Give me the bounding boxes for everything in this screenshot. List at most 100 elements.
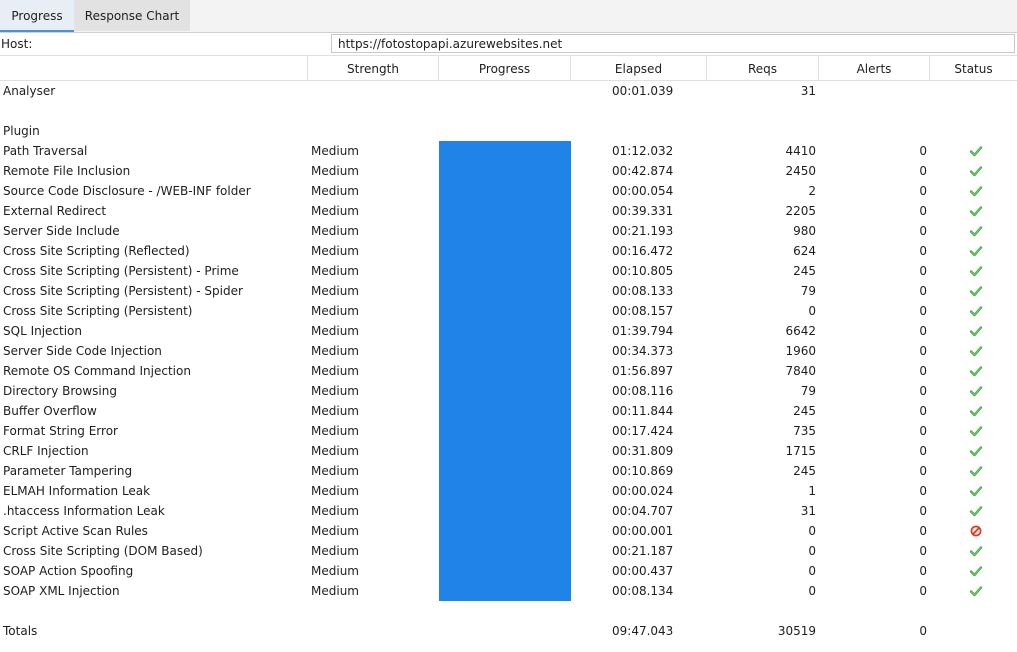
- plugin-row[interactable]: Cross Site Scripting (Persistent) - Prim…: [0, 261, 1017, 281]
- column-header-alerts[interactable]: Alerts: [819, 56, 930, 80]
- plugin-elapsed: 00:17.424: [612, 424, 674, 438]
- plugin-row[interactable]: Server Side Code Injection Medium 00:34.37…: [0, 341, 1017, 361]
- plugin-alerts: 0: [919, 304, 927, 318]
- column-header-status[interactable]: Status: [930, 56, 1017, 80]
- plugin-strength: Medium: [311, 464, 359, 478]
- progress-bar: [439, 181, 571, 201]
- plugin-name: Cross Site Scripting (Persistent) - Spid…: [3, 284, 243, 298]
- plugin-row[interactable]: .htaccess Information Leak Medium 00:04.70…: [0, 501, 1017, 521]
- plugin-reqs: 245: [793, 264, 816, 278]
- plugin-reqs: 0: [808, 304, 816, 318]
- plugin-alerts: 0: [919, 164, 927, 178]
- progress-bar: [439, 541, 571, 561]
- plugin-elapsed: 01:56.897: [612, 364, 674, 378]
- no-entry-icon: [969, 524, 983, 538]
- plugin-name: Cross Site Scripting (Reflected): [3, 244, 190, 258]
- plugin-row[interactable]: Buffer Overflow Medium 00:11.844 245 0: [0, 401, 1017, 421]
- plugin-alerts: 0: [919, 264, 927, 278]
- plugin-elapsed: 00:10.805: [612, 264, 674, 278]
- progress-bar: [439, 421, 571, 441]
- progress-bar: [439, 361, 571, 381]
- plugin-alerts: 0: [919, 484, 927, 498]
- plugin-alerts: 0: [919, 364, 927, 378]
- column-header-name[interactable]: [0, 56, 308, 80]
- progress-bar: [439, 161, 571, 181]
- plugin-row[interactable]: Cross Site Scripting (Persistent) Medium 0…: [0, 301, 1017, 321]
- plugin-row[interactable]: External Redirect Medium 00:39.331 2205 0: [0, 201, 1017, 221]
- plugin-reqs: 2: [808, 184, 816, 198]
- plugin-name: ELMAH Information Leak: [3, 484, 151, 498]
- plugin-row[interactable]: Cross Site Scripting (Reflected) Medium 00…: [0, 241, 1017, 261]
- plugin-row[interactable]: Path Traversal Medium 01:12.032 4410 0: [0, 141, 1017, 161]
- plugin-elapsed: 00:16.472: [612, 244, 674, 258]
- plugin-row[interactable]: Directory Browsing Medium 00:08.116 79 0: [0, 381, 1017, 401]
- check-icon: [969, 244, 983, 258]
- plugin-reqs: 31: [800, 504, 816, 518]
- plugin-elapsed: 00:08.134: [612, 584, 674, 598]
- plugin-row[interactable]: Format String Error Medium 00:17.424 735 0: [0, 421, 1017, 441]
- plugin-elapsed: 00:08.116: [612, 384, 674, 398]
- plugin-elapsed: 00:11.844: [612, 404, 674, 418]
- plugin-strength: Medium: [311, 144, 359, 158]
- plugin-name: Cross Site Scripting (Persistent) - Prim…: [3, 264, 239, 278]
- plugin-elapsed: 00:21.193: [612, 224, 674, 238]
- plugin-reqs: 0: [808, 564, 816, 578]
- progress-bar: [439, 321, 571, 341]
- plugin-strength: Medium: [311, 564, 359, 578]
- plugin-row[interactable]: Parameter Tampering Medium 00:10.869 245 0: [0, 461, 1017, 481]
- plugin-alerts: 0: [919, 224, 927, 238]
- plugin-alerts: 0: [919, 464, 927, 478]
- plugin-alerts: 0: [919, 504, 927, 518]
- plugin-name: Remote OS Command Injection: [3, 364, 191, 378]
- plugin-name: Cross Site Scripting (Persistent): [3, 304, 193, 318]
- plugin-row[interactable]: Cross Site Scripting (DOM Based) Medium 00…: [0, 541, 1017, 561]
- column-header-strength[interactable]: Strength: [308, 56, 439, 80]
- check-icon: [969, 364, 983, 378]
- plugin-row[interactable]: Server Side Include Medium 00:21.193 980 0: [0, 221, 1017, 241]
- plugin-row[interactable]: Source Code Disclosure - /WEB-INF folder…: [0, 181, 1017, 201]
- plugin-reqs: 735: [793, 424, 816, 438]
- plugin-reqs: 245: [793, 464, 816, 478]
- plugin-strength: Medium: [311, 344, 359, 358]
- totals-alerts: 0: [919, 624, 927, 638]
- plugin-section-label: Plugin: [3, 124, 40, 138]
- plugin-reqs: 1715: [785, 444, 816, 458]
- plugin-row[interactable]: SQL Injection Medium 01:39.794 6642 0: [0, 321, 1017, 341]
- host-field[interactable]: https://fotostopapi.azurewebsites.net: [331, 34, 1015, 53]
- plugin-reqs: 624: [793, 244, 816, 258]
- plugin-elapsed: 00:34.373: [612, 344, 674, 358]
- plugin-reqs: 0: [808, 584, 816, 598]
- plugin-row[interactable]: SOAP Action Spoofing Medium 00:00.437 0 0: [0, 561, 1017, 581]
- analyser-row[interactable]: Analyser 00:01.039 31: [0, 81, 1017, 101]
- progress-bar: [439, 141, 571, 161]
- plugin-row[interactable]: SOAP XML Injection Medium 00:08.134 0 0: [0, 581, 1017, 601]
- progress-bar: [439, 281, 571, 301]
- column-header-reqs[interactable]: Reqs: [707, 56, 819, 80]
- plugin-reqs: 0: [808, 524, 816, 538]
- progress-bar: [439, 341, 571, 361]
- progress-bar: [439, 441, 571, 461]
- progress-bar: [439, 301, 571, 321]
- tab-progress[interactable]: Progress: [0, 0, 74, 32]
- progress-bar: [439, 481, 571, 501]
- plugin-alerts: 0: [919, 524, 927, 538]
- plugin-row[interactable]: Remote File Inclusion Medium 00:42.874 2450…: [0, 161, 1017, 181]
- plugin-row[interactable]: ELMAH Information Leak Medium 00:00.024 1 0: [0, 481, 1017, 501]
- column-header-elapsed[interactable]: Elapsed: [571, 56, 707, 80]
- plugin-row[interactable]: Script Active Scan Rules Medium 00:00.001 0…: [0, 521, 1017, 541]
- check-icon: [969, 344, 983, 358]
- check-icon: [969, 284, 983, 298]
- progress-bar: [439, 581, 571, 601]
- column-header-progress[interactable]: Progress: [439, 56, 571, 80]
- progress-bar: [439, 381, 571, 401]
- plugin-row[interactable]: Cross Site Scripting (Persistent) - Spid…: [0, 281, 1017, 301]
- plugin-elapsed: 00:04.707: [612, 504, 674, 518]
- plugin-row[interactable]: Remote OS Command Injection Medium 01:56.8…: [0, 361, 1017, 381]
- tab-response-chart[interactable]: Response Chart: [74, 0, 190, 31]
- plugin-reqs: 4410: [785, 144, 816, 158]
- plugin-alerts: 0: [919, 204, 927, 218]
- plugin-strength: Medium: [311, 304, 359, 318]
- plugin-alerts: 0: [919, 324, 927, 338]
- plugin-row[interactable]: CRLF Injection Medium 00:31.809 1715 0: [0, 441, 1017, 461]
- check-icon: [969, 544, 983, 558]
